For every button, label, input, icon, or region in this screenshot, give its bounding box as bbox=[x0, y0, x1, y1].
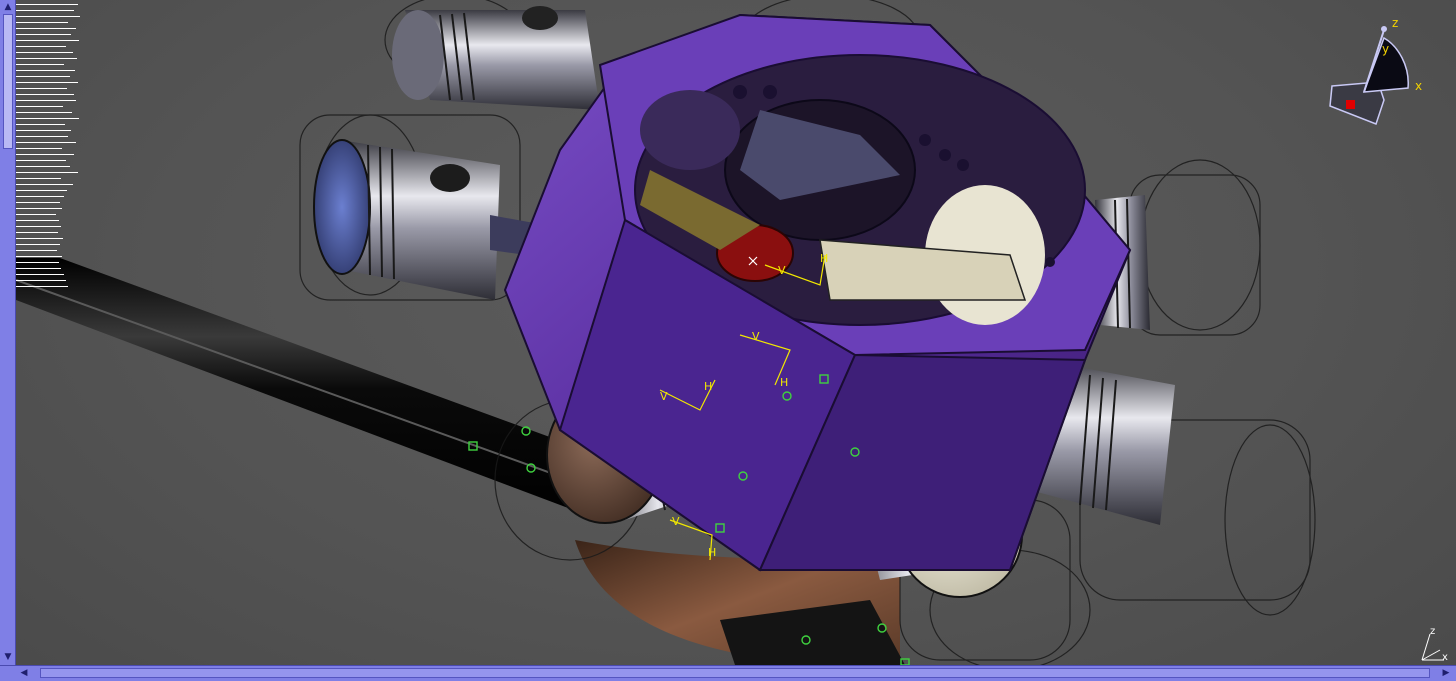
tree-node-line[interactable] bbox=[16, 244, 60, 245]
tree-node-line[interactable] bbox=[16, 220, 59, 221]
constraint-horizontal-4: H bbox=[820, 252, 828, 265]
tree-node-line[interactable] bbox=[16, 40, 79, 41]
tree-node-line[interactable] bbox=[16, 256, 62, 257]
tree-node-line[interactable] bbox=[16, 34, 71, 35]
constraint-vertical-4: V bbox=[778, 264, 786, 277]
vertical-scroll-thumb[interactable] bbox=[3, 14, 13, 149]
tree-node-line[interactable] bbox=[16, 214, 56, 215]
tree-node-line[interactable] bbox=[16, 106, 63, 107]
horizontal-scrollbar[interactable]: ◀ ▶ bbox=[0, 665, 1456, 681]
tree-node-line[interactable] bbox=[16, 160, 66, 161]
scroll-up-icon[interactable]: ▲ bbox=[2, 1, 14, 13]
tree-node-line[interactable] bbox=[16, 154, 74, 155]
tree-node-line[interactable] bbox=[16, 232, 58, 233]
tree-node-line[interactable] bbox=[16, 28, 76, 29]
constraint-vertical-1: V bbox=[752, 330, 760, 343]
constraint-vertical-3: V bbox=[672, 515, 680, 528]
tree-node-line[interactable] bbox=[16, 238, 63, 239]
tree-node-line[interactable] bbox=[16, 58, 77, 59]
specification-tree[interactable] bbox=[16, 0, 86, 300]
piston-upper-left bbox=[392, 6, 600, 110]
scroll-left-icon[interactable]: ◀ bbox=[18, 667, 30, 679]
compass-z-label: z bbox=[1392, 16, 1399, 30]
compass-graphic bbox=[1329, 26, 1409, 125]
constraint-horizontal-2: H bbox=[704, 380, 712, 393]
tree-node-line[interactable] bbox=[16, 184, 73, 185]
tree-node-line[interactable] bbox=[16, 10, 74, 11]
tree-node-line[interactable] bbox=[16, 190, 67, 191]
tree-node-line[interactable] bbox=[16, 16, 80, 17]
tree-node-line[interactable] bbox=[16, 100, 76, 101]
tree-node-line[interactable] bbox=[16, 274, 64, 275]
constraint-vertical-2: V bbox=[660, 390, 668, 403]
tree-node-line[interactable] bbox=[16, 88, 67, 89]
tree-node-line[interactable] bbox=[16, 262, 59, 263]
tree-node-line[interactable] bbox=[16, 22, 68, 23]
tree-node-line[interactable] bbox=[16, 82, 78, 83]
orientation-compass[interactable]: z y x bbox=[1318, 16, 1428, 128]
tree-node-line[interactable] bbox=[16, 130, 71, 131]
tree-node-line[interactable] bbox=[16, 202, 60, 203]
tree-node-line[interactable] bbox=[16, 124, 65, 125]
vertical-scrollbar[interactable]: ▲ ▼ bbox=[0, 0, 16, 665]
mini-axis-x-label: x bbox=[1442, 652, 1448, 663]
tree-node-line[interactable] bbox=[16, 178, 61, 179]
tree-node-line[interactable] bbox=[16, 46, 66, 47]
tree-node-line[interactable] bbox=[16, 4, 78, 5]
tree-node-line[interactable] bbox=[16, 250, 57, 251]
engine-assembly-model[interactable]: V H V H V H V H bbox=[0, 0, 1456, 665]
tree-node-line[interactable] bbox=[16, 268, 61, 269]
constraint-horizontal-1: H bbox=[780, 376, 788, 389]
tree-node-line[interactable] bbox=[16, 142, 76, 143]
tree-node-line[interactable] bbox=[16, 280, 66, 281]
mini-axis-z-label: z bbox=[1430, 626, 1436, 637]
tree-node-line[interactable] bbox=[16, 52, 73, 53]
horizontal-scroll-thumb[interactable] bbox=[40, 668, 1430, 678]
tree-node-line[interactable] bbox=[16, 76, 70, 77]
tree-node-line[interactable] bbox=[16, 172, 78, 173]
tree-node-line[interactable] bbox=[16, 70, 75, 71]
tree-node-line[interactable] bbox=[16, 94, 74, 95]
tree-node-line[interactable] bbox=[16, 226, 61, 227]
tree-node-line[interactable] bbox=[16, 118, 79, 119]
tree-node-line[interactable] bbox=[16, 166, 70, 167]
tree-node-line[interactable] bbox=[16, 136, 68, 137]
tree-node-line[interactable] bbox=[16, 196, 64, 197]
tree-node-line[interactable] bbox=[16, 112, 72, 113]
tree-node-line[interactable] bbox=[16, 286, 68, 287]
tree-node-line[interactable] bbox=[16, 208, 62, 209]
tree-node-line[interactable] bbox=[16, 64, 64, 65]
scroll-down-icon[interactable]: ▼ bbox=[2, 651, 14, 663]
compass-y-label: y bbox=[1382, 42, 1390, 56]
compass-x-label: x bbox=[1415, 79, 1423, 93]
tree-node-line[interactable] bbox=[16, 148, 62, 149]
constraint-horizontal-3: H bbox=[708, 546, 716, 559]
axis-triad: z x bbox=[1414, 624, 1454, 664]
scroll-right-icon[interactable]: ▶ bbox=[1440, 667, 1452, 679]
3d-viewport[interactable]: V H V H V H V H z y x z x bbox=[0, 0, 1456, 681]
